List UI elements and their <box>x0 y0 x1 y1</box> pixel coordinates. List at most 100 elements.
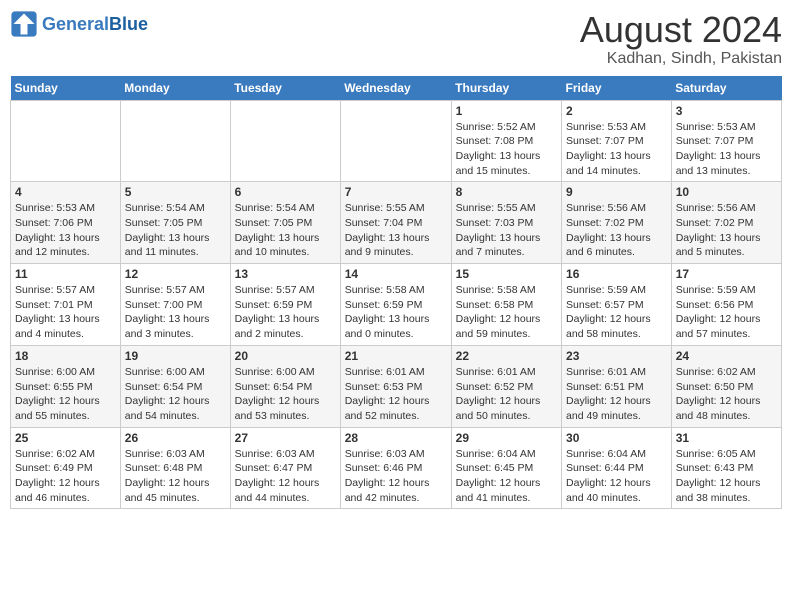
cell-date: 31 <box>676 431 777 445</box>
cell-info: Sunrise: 6:05 AM Sunset: 6:43 PM Dayligh… <box>676 447 777 506</box>
calendar-cell: 11 Sunrise: 5:57 AM Sunset: 7:01 PM Dayli… <box>11 264 121 346</box>
cell-info: Sunrise: 5:59 AM Sunset: 6:56 PM Dayligh… <box>676 283 777 342</box>
calendar-week-row: 18 Sunrise: 6:00 AM Sunset: 6:55 PM Dayli… <box>11 345 782 427</box>
calendar-cell <box>11 100 121 182</box>
day-header-wednesday: Wednesday <box>340 76 451 101</box>
cell-date: 3 <box>676 104 777 118</box>
cell-info: Sunrise: 6:03 AM Sunset: 6:48 PM Dayligh… <box>125 447 226 506</box>
cell-info: Sunrise: 5:55 AM Sunset: 7:04 PM Dayligh… <box>345 201 447 260</box>
cell-date: 1 <box>456 104 557 118</box>
cell-date: 18 <box>15 349 116 363</box>
cell-info: Sunrise: 5:54 AM Sunset: 7:05 PM Dayligh… <box>125 201 226 260</box>
cell-info: Sunrise: 5:53 AM Sunset: 7:06 PM Dayligh… <box>15 201 116 260</box>
location: Kadhan, Sindh, Pakistan <box>580 50 782 68</box>
calendar-cell: 30 Sunrise: 6:04 AM Sunset: 6:44 PM Dayli… <box>562 427 672 509</box>
cell-info: Sunrise: 5:56 AM Sunset: 7:02 PM Dayligh… <box>676 201 777 260</box>
cell-info: Sunrise: 6:04 AM Sunset: 6:44 PM Dayligh… <box>566 447 667 506</box>
calendar-cell: 22 Sunrise: 6:01 AM Sunset: 6:52 PM Dayli… <box>451 345 561 427</box>
calendar-cell: 18 Sunrise: 6:00 AM Sunset: 6:55 PM Dayli… <box>11 345 121 427</box>
cell-date: 13 <box>235 267 336 281</box>
calendar-cell: 15 Sunrise: 5:58 AM Sunset: 6:58 PM Dayli… <box>451 264 561 346</box>
calendar-cell: 24 Sunrise: 6:02 AM Sunset: 6:50 PM Dayli… <box>671 345 781 427</box>
cell-date: 2 <box>566 104 667 118</box>
cell-date: 23 <box>566 349 667 363</box>
calendar-cell: 7 Sunrise: 5:55 AM Sunset: 7:04 PM Daylig… <box>340 182 451 264</box>
calendar-cell: 12 Sunrise: 5:57 AM Sunset: 7:00 PM Dayli… <box>120 264 230 346</box>
day-header-monday: Monday <box>120 76 230 101</box>
cell-date: 27 <box>235 431 336 445</box>
page-header: GeneralBlue August 2024 Kadhan, Sindh, P… <box>10 10 782 68</box>
calendar-cell: 26 Sunrise: 6:03 AM Sunset: 6:48 PM Dayli… <box>120 427 230 509</box>
logo-text: GeneralBlue <box>42 14 148 35</box>
cell-date: 29 <box>456 431 557 445</box>
calendar-cell: 2 Sunrise: 5:53 AM Sunset: 7:07 PM Daylig… <box>562 100 672 182</box>
calendar-cell <box>120 100 230 182</box>
calendar-cell: 25 Sunrise: 6:02 AM Sunset: 6:49 PM Dayli… <box>11 427 121 509</box>
cell-info: Sunrise: 5:52 AM Sunset: 7:08 PM Dayligh… <box>456 120 557 179</box>
day-header-friday: Friday <box>562 76 672 101</box>
cell-info: Sunrise: 6:01 AM Sunset: 6:51 PM Dayligh… <box>566 365 667 424</box>
cell-info: Sunrise: 6:00 AM Sunset: 6:54 PM Dayligh… <box>125 365 226 424</box>
calendar-cell: 10 Sunrise: 5:56 AM Sunset: 7:02 PM Dayli… <box>671 182 781 264</box>
calendar-cell <box>340 100 451 182</box>
cell-date: 30 <box>566 431 667 445</box>
logo: GeneralBlue <box>10 10 148 38</box>
calendar-cell: 6Sunrise: 5:54 AM Sunset: 7:05 PM Daylig… <box>230 182 340 264</box>
calendar-cell: 23 Sunrise: 6:01 AM Sunset: 6:51 PM Dayli… <box>562 345 672 427</box>
calendar-cell: 16 Sunrise: 5:59 AM Sunset: 6:57 PM Dayli… <box>562 264 672 346</box>
calendar-cell: 13 Sunrise: 5:57 AM Sunset: 6:59 PM Dayli… <box>230 264 340 346</box>
calendar-cell: 21Sunrise: 6:01 AM Sunset: 6:53 PM Dayli… <box>340 345 451 427</box>
cell-date: 10 <box>676 185 777 199</box>
cell-date: 24 <box>676 349 777 363</box>
cell-date: 25 <box>15 431 116 445</box>
calendar-cell <box>230 100 340 182</box>
calendar-table: SundayMondayTuesdayWednesdayThursdayFrid… <box>10 76 782 510</box>
cell-info: Sunrise: 6:03 AM Sunset: 6:46 PM Dayligh… <box>345 447 447 506</box>
cell-date: 8 <box>456 185 557 199</box>
cell-date: 7 <box>345 185 447 199</box>
cell-info: Sunrise: 5:59 AM Sunset: 6:57 PM Dayligh… <box>566 283 667 342</box>
cell-date: 16 <box>566 267 667 281</box>
cell-info: Sunrise: 5:53 AM Sunset: 7:07 PM Dayligh… <box>676 120 777 179</box>
cell-info: Sunrise: 5:57 AM Sunset: 7:01 PM Dayligh… <box>15 283 116 342</box>
calendar-cell: 17 Sunrise: 5:59 AM Sunset: 6:56 PM Dayli… <box>671 264 781 346</box>
cell-date: 22 <box>456 349 557 363</box>
cell-info: Sunrise: 5:57 AM Sunset: 6:59 PM Dayligh… <box>235 283 336 342</box>
cell-info: Sunrise: 6:01 AM Sunset: 6:52 PM Dayligh… <box>456 365 557 424</box>
title-block: August 2024 Kadhan, Sindh, Pakistan <box>580 10 782 68</box>
day-header-thursday: Thursday <box>451 76 561 101</box>
cell-date: 12 <box>125 267 226 281</box>
calendar-week-row: 11 Sunrise: 5:57 AM Sunset: 7:01 PM Dayli… <box>11 264 782 346</box>
cell-info: Sunrise: 5:54 AM Sunset: 7:05 PM Dayligh… <box>235 201 336 260</box>
cell-info: Sunrise: 6:01 AM Sunset: 6:53 PM Dayligh… <box>345 365 447 424</box>
calendar-cell: 1 Sunrise: 5:52 AM Sunset: 7:08 PM Daylig… <box>451 100 561 182</box>
cell-info: Sunrise: 6:02 AM Sunset: 6:49 PM Dayligh… <box>15 447 116 506</box>
calendar-cell: 28Sunrise: 6:03 AM Sunset: 6:46 PM Dayli… <box>340 427 451 509</box>
calendar-cell: 14Sunrise: 5:58 AM Sunset: 6:59 PM Dayli… <box>340 264 451 346</box>
cell-date: 9 <box>566 185 667 199</box>
cell-date: 20 <box>235 349 336 363</box>
day-header-tuesday: Tuesday <box>230 76 340 101</box>
calendar-cell: 31 Sunrise: 6:05 AM Sunset: 6:43 PM Dayli… <box>671 427 781 509</box>
cell-date: 15 <box>456 267 557 281</box>
cell-date: 19 <box>125 349 226 363</box>
cell-info: Sunrise: 5:58 AM Sunset: 6:58 PM Dayligh… <box>456 283 557 342</box>
day-header-sunday: Sunday <box>11 76 121 101</box>
cell-info: Sunrise: 5:53 AM Sunset: 7:07 PM Dayligh… <box>566 120 667 179</box>
cell-info: Sunrise: 6:02 AM Sunset: 6:50 PM Dayligh… <box>676 365 777 424</box>
cell-info: Sunrise: 5:55 AM Sunset: 7:03 PM Dayligh… <box>456 201 557 260</box>
cell-date: 17 <box>676 267 777 281</box>
cell-date: 26 <box>125 431 226 445</box>
calendar-header-row: SundayMondayTuesdayWednesdayThursdayFrid… <box>11 76 782 101</box>
cell-info: Sunrise: 5:56 AM Sunset: 7:02 PM Dayligh… <box>566 201 667 260</box>
cell-info: Sunrise: 6:04 AM Sunset: 6:45 PM Dayligh… <box>456 447 557 506</box>
cell-date: 11 <box>15 267 116 281</box>
cell-info: Sunrise: 6:00 AM Sunset: 6:55 PM Dayligh… <box>15 365 116 424</box>
calendar-cell: 5 Sunrise: 5:54 AM Sunset: 7:05 PM Daylig… <box>120 182 230 264</box>
cell-info: Sunrise: 5:57 AM Sunset: 7:00 PM Dayligh… <box>125 283 226 342</box>
calendar-cell: 4Sunrise: 5:53 AM Sunset: 7:06 PM Daylig… <box>11 182 121 264</box>
cell-date: 5 <box>125 185 226 199</box>
calendar-cell: 9 Sunrise: 5:56 AM Sunset: 7:02 PM Daylig… <box>562 182 672 264</box>
calendar-week-row: 1 Sunrise: 5:52 AM Sunset: 7:08 PM Daylig… <box>11 100 782 182</box>
calendar-week-row: 4Sunrise: 5:53 AM Sunset: 7:06 PM Daylig… <box>11 182 782 264</box>
